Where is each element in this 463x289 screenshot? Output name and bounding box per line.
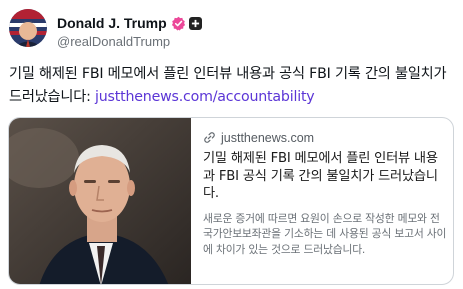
card-domain-row: justthenews.com — [203, 130, 447, 146]
verified-badge-icon — [171, 16, 186, 31]
link-preview-card[interactable]: justthenews.com 기밀 해제된 FBI 메모에서 플린 인터뷰 내… — [8, 117, 454, 285]
post-header: Donald J. Trump @realDonaldTrump — [9, 9, 449, 53]
author-handle[interactable]: @realDonaldTrump — [57, 34, 202, 49]
platform-badge-icon — [188, 16, 202, 30]
card-image — [9, 118, 191, 284]
author-name[interactable]: Donald J. Trump — [57, 15, 167, 31]
card-body: justthenews.com 기밀 해제된 FBI 메모에서 플린 인터뷰 내… — [203, 130, 447, 257]
author-block: Donald J. Trump @realDonaldTrump — [57, 14, 202, 49]
card-title[interactable]: 기밀 해제된 FBI 메모에서 플린 인터뷰 내용과 FBI 공식 기록 간의 … — [203, 150, 447, 203]
post-text: 기밀 해제된 FBI 메모에서 플린 인터뷰 내용과 공식 FBI 기록 간의 … — [9, 63, 455, 109]
post-link[interactable]: justthenews.com/accountability — [95, 89, 315, 105]
card-description: 새로운 증거에 따르면 요원이 손으로 작성한 메모와 전 국가안보보좌관을 기… — [203, 211, 447, 256]
card-domain: justthenews.com — [221, 131, 315, 145]
avatar-image — [9, 9, 47, 47]
avatar[interactable] — [9, 9, 47, 47]
link-icon — [203, 129, 216, 148]
